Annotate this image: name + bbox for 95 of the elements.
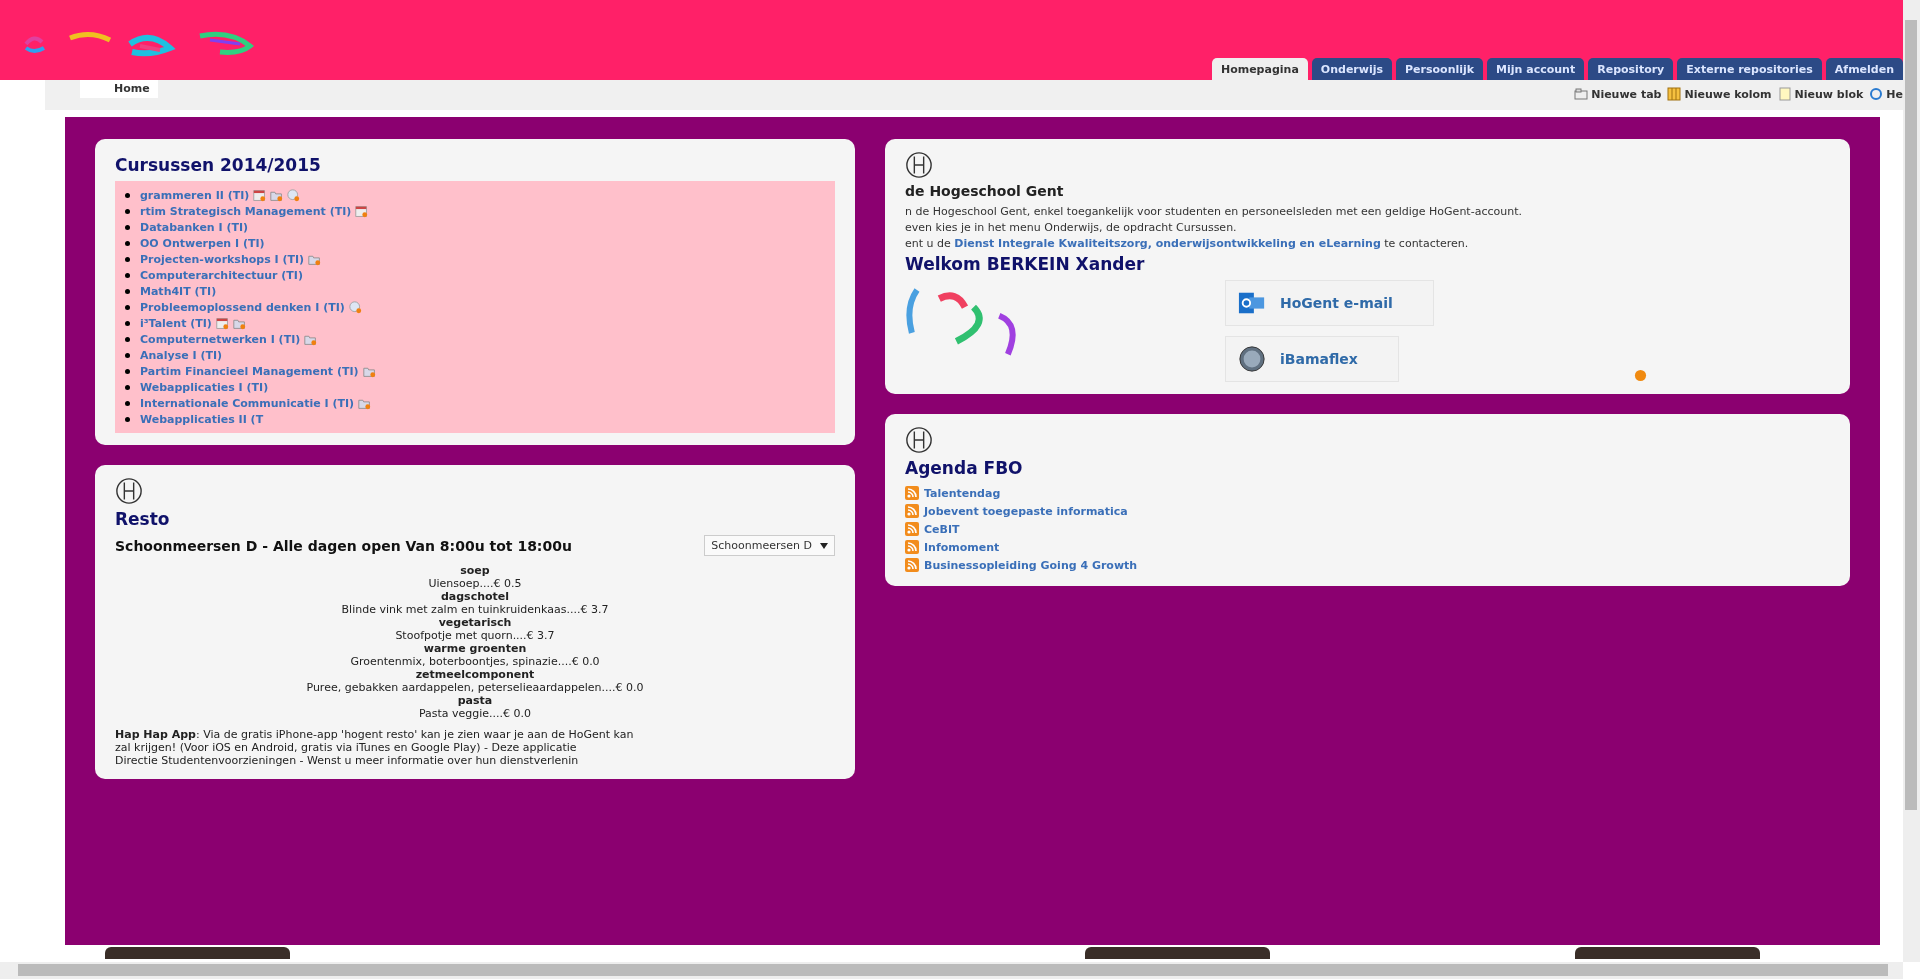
nav-tab[interactable]: Externe repositories xyxy=(1677,58,1822,80)
bullet-icon xyxy=(125,224,130,230)
welcome-text: n de Hogeschool Gent, enkel toegankelijk voor studenten en personeelsleden met een geldige HoGent-account. xyxy=(905,205,1522,218)
app-note-text: Directie Studentenvoorzieningen - Wenst u meer informatie over hun dienstverlenin xyxy=(115,754,579,767)
bullet-icon xyxy=(125,192,130,198)
rss-icon xyxy=(905,504,919,518)
toolbar-link[interactable]: Nieuwe kolom xyxy=(1667,87,1772,101)
menu-dish: Pasta veggie....€ 0.0 xyxy=(418,707,532,720)
card-title: Resto xyxy=(115,509,170,529)
course-link[interactable]: OO Ontwerpen I (TI) xyxy=(140,236,265,250)
toolbar-link[interactable]: Nieuwe tab xyxy=(1574,87,1662,101)
rss-icon xyxy=(905,522,919,536)
course-link[interactable]: Computernetwerken I (TI) xyxy=(140,332,301,346)
bullet-icon xyxy=(125,352,130,358)
course-link[interactable]: i³Talent (TI) xyxy=(140,316,212,330)
agenda-link[interactable]: Infomoment xyxy=(924,540,1000,554)
bullet-icon xyxy=(125,320,130,326)
agenda-link[interactable]: Talentendag xyxy=(924,486,1001,500)
quick-link[interactable]: HoGent e-mail xyxy=(1225,280,1434,326)
breadcrumb-link[interactable]: Home xyxy=(80,80,158,98)
menu-category: pasta xyxy=(457,694,493,707)
location-select[interactable]: Schoonmeersen D xyxy=(704,535,835,556)
bullet-icon xyxy=(125,416,130,422)
nav-tab[interactable]: Repository xyxy=(1588,58,1674,80)
rss-icon xyxy=(905,486,919,500)
course-link[interactable]: Internationale Communicatie I (TI) xyxy=(140,396,355,410)
menu-dish: Puree, gebakken aardappelen, peterselieaardappelen....€ 0.0 xyxy=(306,681,644,694)
globe-icon[interactable] xyxy=(287,188,301,202)
calendar-icon[interactable] xyxy=(355,204,369,218)
agenda-link[interactable]: CeBIT xyxy=(924,522,960,536)
nav-tab[interactable]: Onderwijs xyxy=(1311,58,1393,80)
bullet-icon xyxy=(125,240,130,246)
refresh-icon xyxy=(1869,87,1884,101)
greeting-title: Welkom BERKEIN Xander xyxy=(905,254,1145,274)
course-link[interactable]: grammeren II (TI) xyxy=(140,188,250,202)
course-link[interactable]: Math4IT (TI) xyxy=(140,284,217,298)
menu-category: soep xyxy=(460,564,490,577)
globe-icon[interactable] xyxy=(348,300,362,314)
welcome-text: ent u de Dienst Integrale Kwaliteitszorg, onderwijsontwikkeling en eLearning te contacteren. xyxy=(905,237,1469,250)
resto-heading: Schoonmeersen D - Alle dagen open Van 8:00u tot 18:00u xyxy=(115,537,572,554)
columns-icon xyxy=(1667,87,1682,101)
bullet-icon xyxy=(125,256,130,262)
nav-tab[interactable]: Afmelden xyxy=(1825,58,1903,80)
menu-category: dagschotel xyxy=(440,590,510,603)
menu-dish: Uiensoep....€ 0.5 xyxy=(428,577,522,590)
course-link[interactable]: Projecten-workshops I (TI) xyxy=(140,252,305,266)
course-link[interactable]: rtim Strategisch Management (TI) xyxy=(140,204,352,218)
toolbar-link[interactable]: Nieuw blok xyxy=(1777,87,1864,101)
card-title: Cursussen 2014/2015 xyxy=(115,155,321,175)
nav-tab[interactable]: Persoonlijk xyxy=(1396,58,1484,80)
caret-icon xyxy=(820,542,828,549)
bullet-icon xyxy=(125,272,130,278)
card-title: de Hogeschool Gent xyxy=(905,183,1064,199)
menu-category: warme groenten xyxy=(423,642,527,655)
rss-icon xyxy=(905,540,919,554)
app-note-text: zal krijgen! (Voor iOS en Android, gratis via iTunes en Google Play) - Deze applicatie xyxy=(115,741,577,754)
course-link[interactable]: Webapplicaties I (TI) xyxy=(140,380,269,394)
app-note-text: Hap Hap App: Via de gratis iPhone-app 'hogent resto' kan je zien waar je aan de HoGent kan xyxy=(115,728,634,741)
bullet-icon xyxy=(125,400,130,406)
bullet-icon xyxy=(125,288,130,294)
rss-icon xyxy=(905,558,919,572)
menu-dish: Groentenmix, boterboontjes, spinazie....€ 0.0 xyxy=(350,655,600,668)
course-link[interactable]: Analyse I (TI) xyxy=(140,348,223,362)
h-logo-icon xyxy=(115,477,143,505)
menu-dish: Stoofpotje met quorn....€ 3.7 xyxy=(395,629,555,642)
menu-category: zetmeelcomponent xyxy=(415,668,535,681)
h-logo-icon xyxy=(905,151,933,179)
agenda-link[interactable]: Businessopleiding Going 4 Growth xyxy=(924,558,1138,572)
h-logo-icon xyxy=(905,426,933,454)
card-title: Agenda FBO xyxy=(905,458,1023,478)
course-link[interactable]: Partim Financieel Management (TI) xyxy=(140,364,359,378)
bullet-icon xyxy=(125,304,130,310)
horizontal-scrollbar[interactable] xyxy=(0,962,1903,979)
nav-tab[interactable]: Mijn account xyxy=(1487,58,1585,80)
note-icon xyxy=(1777,87,1792,101)
contact-link[interactable]: Dienst Integrale Kwaliteitszorg, onderwijsontwikkeling en eLearning xyxy=(954,237,1381,250)
course-link[interactable]: Databanken I (TI) xyxy=(140,220,249,234)
nav-tab[interactable]: Homepagina xyxy=(1211,58,1308,80)
course-link[interactable]: Computerarchitectuur (TI) xyxy=(140,268,303,282)
bullet-icon xyxy=(125,208,130,214)
bullet-icon xyxy=(125,368,130,374)
menu-dish: Blinde vink met zalm en tuinkruidenkaas....€ 3.7 xyxy=(341,603,609,616)
quick-link[interactable]: iBamaflex xyxy=(1225,336,1399,382)
vertical-scrollbar[interactable] xyxy=(1903,0,1920,962)
welcome-text: even kies je in het menu Onderwijs, de opdracht Cursussen. xyxy=(905,221,1237,234)
agenda-link[interactable]: Jobevent toegepaste informatica xyxy=(924,504,1128,518)
bullet-icon xyxy=(125,336,130,342)
calendar-icon[interactable] xyxy=(253,188,267,202)
course-link[interactable]: Webapplicaties II (T xyxy=(140,412,264,426)
toolbar-link[interactable]: He xyxy=(1869,87,1903,101)
circle-icon xyxy=(1238,345,1266,373)
bullet-icon xyxy=(125,384,130,390)
menu-category: vegetarisch xyxy=(438,616,512,629)
calendar-icon[interactable] xyxy=(215,316,229,330)
course-link[interactable]: Probleemoplossend denken I (TI) xyxy=(140,300,345,314)
